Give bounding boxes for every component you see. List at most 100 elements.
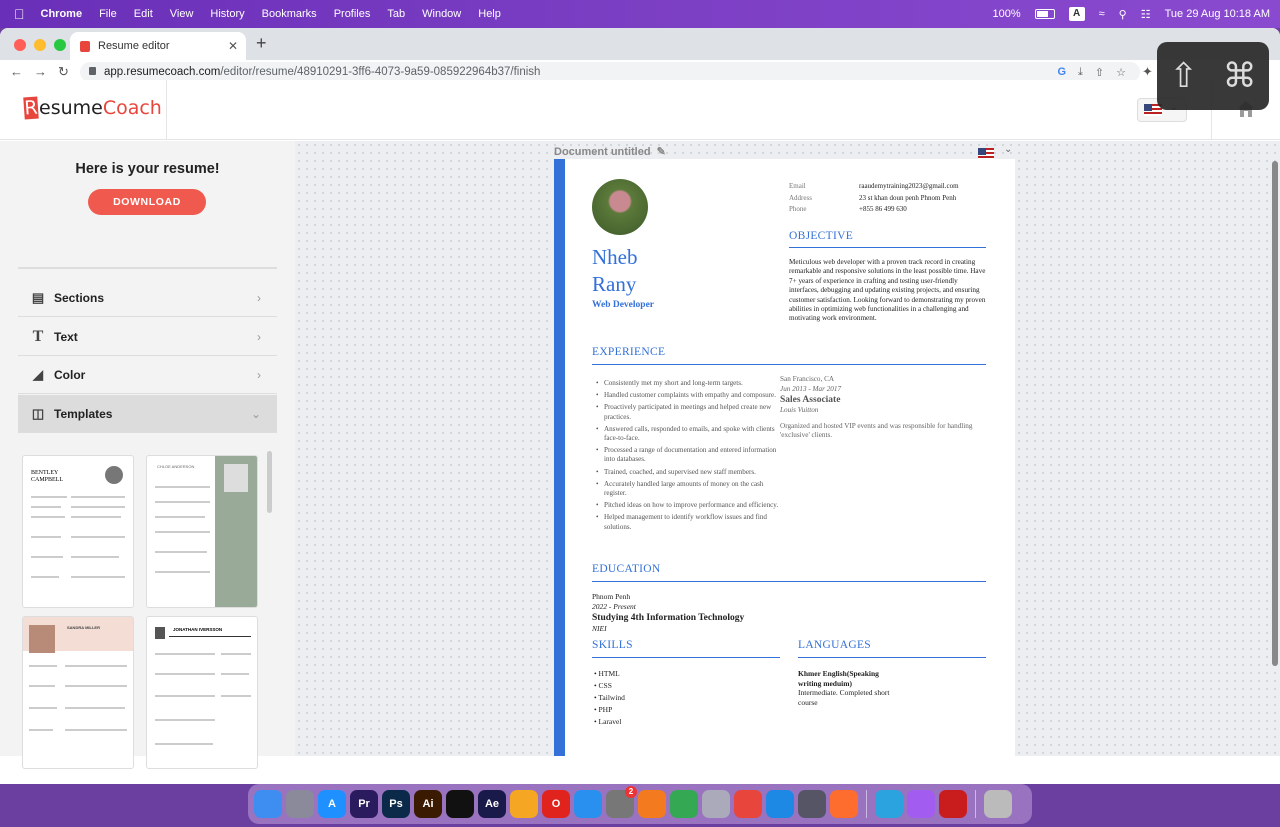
skills-list[interactable]: HTML CSS Tailwind PHP Laravel [594, 668, 625, 728]
list-item: HTML [594, 668, 625, 680]
download-button[interactable]: DOWNLOAD [88, 189, 206, 215]
search-icon[interactable]: ⚲ [1119, 8, 1127, 21]
document-title[interactable]: Document untitled ✎ [554, 145, 666, 158]
template-thumbnail[interactable]: JONATHAN IVERSSON [146, 616, 258, 769]
control-center-icon[interactable]: ☷ [1141, 8, 1151, 21]
share-icon[interactable]: ⇧ [1095, 66, 1104, 79]
experience-job[interactable]: San Francisco, CA Jun 2013 - Mar 2017 Sa… [780, 375, 985, 441]
menu-window[interactable]: Window [422, 8, 461, 20]
opera-dock-icon[interactable]: O [542, 790, 570, 818]
google-icon[interactable]: G [1057, 66, 1066, 79]
contact-block[interactable]: Email raaudemytraining2023@gmail.com Addr… [789, 181, 959, 216]
resume-page[interactable]: Nheb Rany Web Developer Email raaudemytra… [554, 159, 1015, 756]
templates-scrollbar[interactable] [267, 451, 272, 513]
reload-icon[interactable]: ↻ [58, 64, 69, 80]
menu-bar:  Chrome File Edit View History Bookmark… [0, 0, 1280, 28]
menu-profiles[interactable]: Profiles [334, 8, 371, 20]
illustrator-dock-icon[interactable]: Ai [414, 790, 442, 818]
lock-icon[interactable] [89, 67, 96, 75]
full-name[interactable]: Nheb Rany [592, 244, 638, 298]
app-store-dock-icon[interactable]: A [318, 790, 346, 818]
template-thumbnail[interactable]: SANDRA MILLER [22, 616, 134, 769]
battery-icon[interactable] [1034, 9, 1055, 19]
url-field[interactable]: app.resumecoach.com/editor/resume/489102… [80, 62, 1140, 82]
header-divider [166, 80, 167, 140]
finder-dock-icon[interactable] [254, 790, 282, 818]
skills-heading[interactable]: SKILLS [592, 639, 633, 651]
objective-text[interactable]: Meticulous web developer with a proven t… [789, 258, 989, 324]
system-settings-dock-icon[interactable]: 2 [606, 786, 637, 818]
list-item: Helped management to identify workflow i… [594, 513, 784, 531]
menu-help[interactable]: Help [478, 8, 501, 20]
acrobat-dock-icon[interactable] [939, 790, 967, 818]
vs-code-dock-icon[interactable] [766, 790, 794, 818]
canvas-scrollbar[interactable] [1272, 161, 1278, 666]
menu-app-name[interactable]: Chrome [41, 8, 83, 20]
menu-edit[interactable]: Edit [134, 8, 153, 20]
pages-dock-icon[interactable] [638, 790, 666, 818]
logo-resume-text: esume [39, 97, 103, 119]
url-actions: G ⤓ ⇧ ☆ [1057, 66, 1126, 79]
phone-value: +855 86 499 630 [859, 205, 907, 213]
menu-view[interactable]: View [170, 8, 194, 20]
resumecoach-logo[interactable]: ResumeCoach [23, 96, 162, 120]
clock[interactable]: Tue 29 Aug 10:18 AM [1165, 8, 1270, 20]
menu-history[interactable]: History [210, 8, 244, 20]
new-tab-button[interactable]: + [256, 33, 267, 54]
menu-bookmarks[interactable]: Bookmarks [262, 8, 317, 20]
input-source-icon[interactable]: A [1068, 7, 1085, 21]
close-window-button[interactable] [14, 39, 26, 51]
minimize-window-button[interactable] [34, 39, 46, 51]
menu-tab[interactable]: Tab [387, 8, 405, 20]
telegram-dock-icon[interactable] [875, 790, 903, 818]
profile-photo[interactable] [592, 179, 648, 235]
photos-dock-icon[interactable] [510, 790, 538, 818]
premiere-pro-dock-icon[interactable]: Pr [350, 790, 378, 818]
sidebar-item-templates[interactable]: ◫ Templates ⌄ [18, 395, 277, 433]
education-entry[interactable]: Phnom Penh 2022 - Present Studying 4th I… [592, 592, 744, 634]
wifi-icon[interactable]: ≈ [1099, 8, 1105, 20]
messenger-dock-icon[interactable] [907, 790, 935, 818]
install-icon[interactable]: ⤓ [1078, 66, 1083, 79]
extensions-icon[interactable]: ✦ [1142, 64, 1153, 80]
education-heading[interactable]: EDUCATION [592, 563, 661, 575]
objective-heading[interactable]: OBJECTIVE [789, 230, 853, 242]
tab-title: Resume editor [98, 40, 170, 52]
zoom-window-button[interactable] [54, 39, 66, 51]
list-item: Accurately handled large amounts of mone… [594, 480, 784, 498]
launchpad-dock-icon[interactable] [286, 790, 314, 818]
google-chrome-dock-icon[interactable] [670, 790, 698, 818]
back-icon[interactable]: ← [10, 64, 23, 79]
sidebar-item-color[interactable]: ◢ Color › [18, 356, 277, 394]
chevron-down-icon: ⌄ [1004, 144, 1013, 155]
git-dock-icon[interactable] [734, 790, 762, 818]
experience-heading[interactable]: EXPERIENCE [592, 346, 665, 358]
photoshop-dock-icon[interactable]: Ps [382, 790, 410, 818]
list-item: Proactively participated in meetings and… [594, 403, 784, 421]
template-thumbnail[interactable]: BENTLEY CAMPBELL [22, 455, 134, 608]
job-role[interactable]: Web Developer [592, 300, 654, 310]
after-effects-dock-icon[interactable]: Ae [478, 790, 506, 818]
apple-icon[interactable]:  [14, 6, 25, 22]
pencil-icon[interactable]: ✎ [657, 146, 666, 158]
capcut-dock-icon[interactable] [446, 790, 474, 818]
forward-icon[interactable]: → [34, 64, 47, 79]
sidebar-item-sections[interactable]: ▤ Sections › [18, 279, 277, 317]
list-item: Answered calls, responded to emails, and… [594, 425, 784, 443]
close-tab-icon[interactable]: ✕ [228, 39, 238, 53]
sidebar-divider [18, 267, 277, 269]
job-dates: Jun 2013 - Mar 2017 [780, 384, 842, 393]
experience-bullets[interactable]: Consistently met my short and long-term … [594, 379, 784, 535]
browser-tab[interactable]: Resume editor ✕ [70, 32, 246, 60]
language-entry[interactable]: Khmer English(Speaking writing meduim) I… [798, 669, 898, 707]
languages-heading[interactable]: LANGUAGES [798, 639, 871, 651]
quicktime-dock-icon[interactable] [798, 790, 826, 818]
trash-dock-icon[interactable] [984, 790, 1012, 818]
bookmark-star-icon[interactable]: ☆ [1116, 66, 1126, 79]
template-thumbnail[interactable]: CHLOE ANDERSON [146, 455, 258, 608]
safari-dock-icon[interactable] [574, 790, 602, 818]
firefox-dock-icon[interactable] [830, 790, 858, 818]
utilities-dock-icon[interactable] [702, 790, 730, 818]
menu-file[interactable]: File [99, 8, 117, 20]
sidebar-item-text[interactable]: T Text › [18, 318, 277, 356]
